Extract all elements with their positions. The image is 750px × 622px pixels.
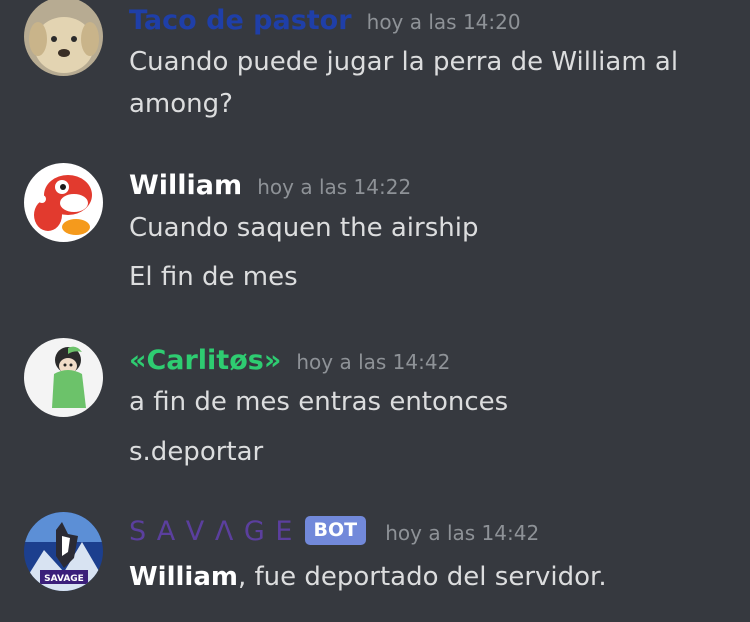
author-name[interactable]: «Carlitøs» [129, 345, 281, 376]
message-timestamp: hoy a las 14:42 [296, 350, 451, 374]
author-name[interactable]: S A V Λ G E [129, 516, 293, 547]
message-timestamp: hoy a las 14:42 [385, 521, 540, 545]
author-name[interactable]: Taco de pastor [129, 5, 352, 36]
message-text-rest: , fue deportado del servidor. [237, 562, 607, 592]
puppy-avatar-icon[interactable] [24, 0, 103, 76]
message-timestamp: hoy a las 14:20 [366, 10, 521, 34]
message-timestamp: hoy a las 14:22 [257, 175, 412, 199]
message-text: among? [129, 89, 233, 119]
author-name[interactable]: William [129, 170, 242, 201]
yoshi-avatar-icon[interactable] [24, 163, 103, 242]
message-text: Cuando saquen the airship [129, 213, 479, 243]
message-text: Cuando puede jugar la perra de William a… [129, 47, 679, 77]
message-text: William, fue deportado del servidor. [129, 559, 607, 595]
mentioned-user[interactable]: William [129, 562, 238, 592]
svg-text:SAVAGE: SAVAGE [44, 574, 84, 584]
bot-tag-badge: BOT [304, 516, 367, 545]
message-text: s.deportar [129, 437, 264, 467]
green-hoodie-avatar-icon[interactable] [24, 338, 103, 417]
message-text: a fin de mes entras entonces [129, 387, 509, 417]
wolf-savage-avatar-icon[interactable]: SAVAGE [24, 512, 103, 591]
message-text: El fin de mes [129, 262, 298, 292]
